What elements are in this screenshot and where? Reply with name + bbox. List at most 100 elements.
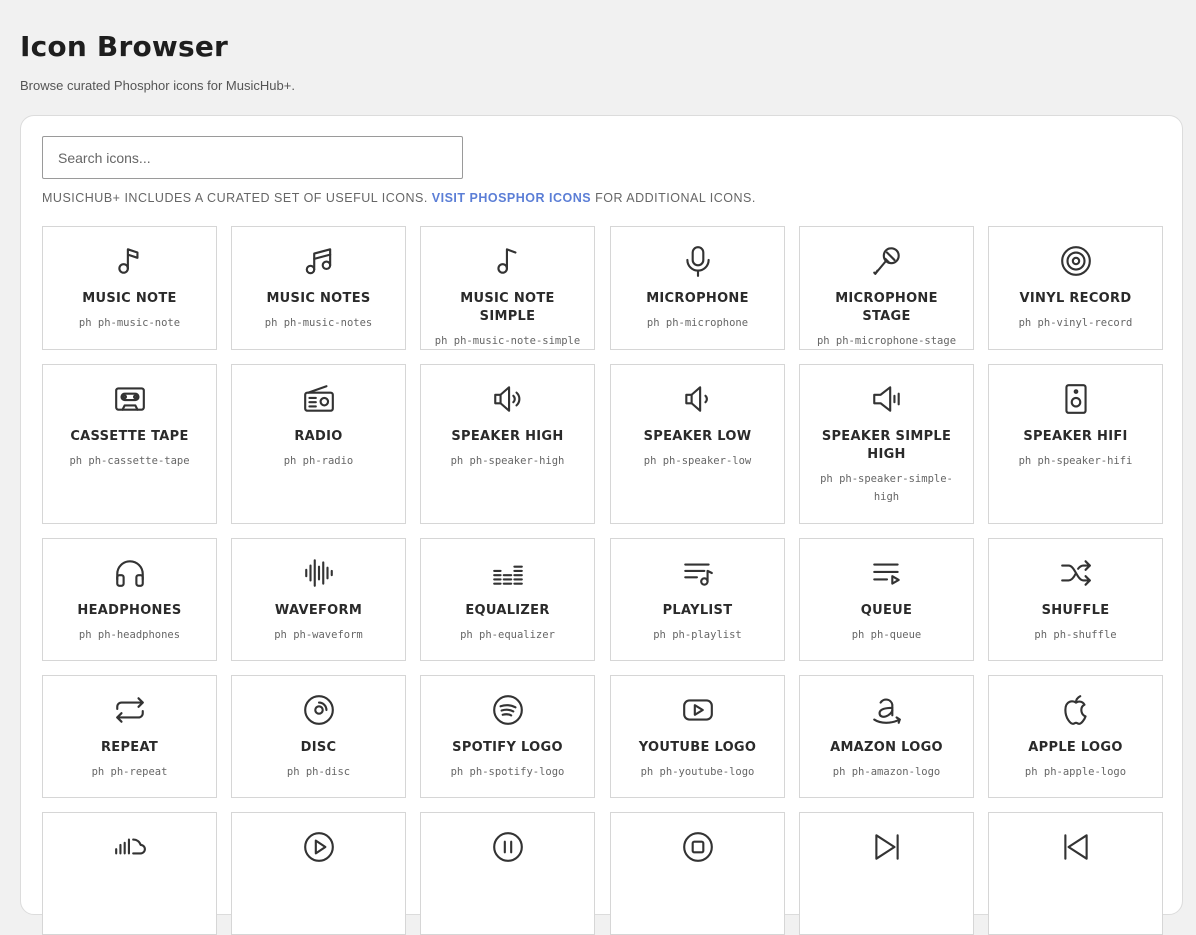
music-note-simple-icon xyxy=(491,244,525,278)
icon-name: Speaker Low xyxy=(643,429,752,444)
play-circle-icon xyxy=(302,830,336,864)
icon-tile[interactable]: Repeat ph ph-repeat xyxy=(42,675,217,798)
cassette-tape-icon xyxy=(113,382,147,416)
icon-tile[interactable]: Waveform ph ph-waveform xyxy=(231,538,406,661)
icon-tile[interactable]: Headphones ph ph-headphones xyxy=(42,538,217,661)
icon-tile[interactable]: Equalizer ph ph-equalizer xyxy=(420,538,595,661)
icon-tile[interactable]: Shuffle ph ph-shuffle xyxy=(988,538,1163,661)
icon-class: ph ph-cassette-tape xyxy=(69,455,190,467)
pause-circle-icon xyxy=(491,830,525,864)
icon-tile[interactable]: Music Note Simple ph ph-music-note-simple xyxy=(420,226,595,350)
phosphor-icons-link[interactable]: Visit Phosphor Icons xyxy=(432,191,591,205)
icon-class: ph ph-music-notes xyxy=(264,317,373,329)
icon-tile[interactable]: Speaker Hifi ph ph-speaker-hifi xyxy=(988,364,1163,524)
page-title: Icon Browser xyxy=(20,30,229,63)
icon-name: Vinyl Record xyxy=(1019,291,1132,306)
speaker-low-icon xyxy=(681,382,715,416)
icon-class: ph ph-disc xyxy=(286,766,351,778)
microphone-icon xyxy=(681,244,715,278)
vinyl-record-icon xyxy=(1059,244,1093,278)
icon-browser-page: Icon Browser Browse curated Phosphor ico… xyxy=(0,0,1196,935)
icon-browser-card: MusicHub+ includes a curated set of usef… xyxy=(20,115,1183,935)
speaker-hifi-icon xyxy=(1059,382,1093,416)
icon-tile[interactable] xyxy=(610,812,785,935)
icon-class: ph ph-queue xyxy=(851,629,922,641)
spotify-logo-icon xyxy=(491,693,525,727)
youtube-logo-icon xyxy=(681,693,715,727)
microphone-stage-icon xyxy=(870,244,904,278)
icon-tile[interactable]: Queue ph ph-queue xyxy=(799,538,974,661)
icon-tile[interactable]: Speaker Low ph ph-speaker-low xyxy=(610,364,785,524)
icon-tile[interactable]: YouTube Logo ph ph-youtube-logo xyxy=(610,675,785,798)
icon-name: Equalizer xyxy=(465,603,550,618)
queue-icon xyxy=(870,556,904,590)
icon-name: Speaker Hifi xyxy=(1023,429,1128,444)
page-subtitle: Browse curated Phosphor icons for MusicH… xyxy=(20,78,295,93)
icon-name: Playlist xyxy=(662,603,733,618)
skip-back-icon xyxy=(1059,830,1093,864)
icon-name: Radio xyxy=(294,429,343,444)
music-notes-icon xyxy=(302,244,336,278)
icon-name: Spotify Logo xyxy=(452,740,563,755)
icon-name: Amazon Logo xyxy=(830,740,943,755)
icon-tile[interactable]: Speaker Simple High ph ph-speaker-simple-… xyxy=(799,364,974,524)
icon-tile[interactable]: Apple Logo ph ph-apple-logo xyxy=(988,675,1163,798)
icon-class: ph ph-playlist xyxy=(653,629,742,641)
disc-icon xyxy=(302,693,336,727)
icon-name: Music Notes xyxy=(266,291,371,306)
icon-tile[interactable]: Disc ph ph-disc xyxy=(231,675,406,798)
music-note-icon xyxy=(113,244,147,278)
icon-tile[interactable]: Spotify Logo ph ph-spotify-logo xyxy=(420,675,595,798)
icon-class: ph ph-apple-logo xyxy=(1024,766,1127,778)
apple-logo-icon xyxy=(1059,693,1093,727)
icon-tile[interactable] xyxy=(420,812,595,935)
icon-class: ph ph-equalizer xyxy=(460,629,555,641)
icon-class: ph ph-shuffle xyxy=(1034,629,1117,641)
icon-name: Music Note xyxy=(82,291,177,306)
icon-name: Microphone xyxy=(646,291,749,306)
icon-class: ph ph-waveform xyxy=(274,629,363,641)
icon-tile[interactable]: Radio ph ph-radio xyxy=(231,364,406,524)
icon-class: ph ph-microphone-stage xyxy=(816,335,957,347)
icon-name: Speaker High xyxy=(451,429,564,444)
icon-tile[interactable]: Cassette Tape ph ph-cassette-tape xyxy=(42,364,217,524)
icon-tile[interactable] xyxy=(42,812,217,935)
speaker-simple-high-icon xyxy=(870,382,904,416)
search-input[interactable] xyxy=(42,136,463,179)
icon-name: Disc xyxy=(300,740,337,755)
icon-name: Apple Logo xyxy=(1028,740,1123,755)
playlist-icon xyxy=(681,556,715,590)
icon-tile[interactable]: Vinyl Record ph ph-vinyl-record xyxy=(988,226,1163,350)
icon-tile[interactable] xyxy=(799,812,974,935)
icon-name: Music Note Simple xyxy=(460,291,555,324)
icon-tile[interactable]: Amazon Logo ph ph-amazon-logo xyxy=(799,675,974,798)
icon-tile[interactable]: Music Note ph ph-music-note xyxy=(42,226,217,350)
icon-class: ph ph-repeat xyxy=(91,766,168,778)
equalizer-icon xyxy=(491,556,525,590)
icon-tile[interactable] xyxy=(988,812,1163,935)
icon-name: Queue xyxy=(860,603,913,618)
icon-class: ph ph-speaker-simple-high xyxy=(820,473,953,503)
notice-text: MusicHub+ includes a curated set of usef… xyxy=(42,191,428,205)
speaker-high-icon xyxy=(491,382,525,416)
icon-class: ph ph-speaker-low xyxy=(643,455,752,467)
icon-name: YouTube Logo xyxy=(638,740,757,755)
skip-forward-icon xyxy=(870,830,904,864)
icon-tile[interactable] xyxy=(231,812,406,935)
icon-tile[interactable]: Music Notes ph ph-music-notes xyxy=(231,226,406,350)
icon-tile[interactable]: Playlist ph ph-playlist xyxy=(610,538,785,661)
amazon-logo-icon xyxy=(870,693,904,727)
icon-class: ph ph-radio xyxy=(283,455,354,467)
icon-class: ph ph-music-note-simple xyxy=(434,335,581,347)
icon-name: Repeat xyxy=(100,740,159,755)
icon-tile[interactable]: Microphone ph ph-microphone xyxy=(610,226,785,350)
icon-class: ph ph-speaker-hifi xyxy=(1018,455,1133,467)
shuffle-icon xyxy=(1059,556,1093,590)
icon-tile[interactable]: Microphone Stage ph ph-microphone-stage xyxy=(799,226,974,350)
icon-name: Speaker Simple High xyxy=(821,429,952,462)
icon-class: ph ph-headphones xyxy=(78,629,181,641)
icon-name: Cassette Tape xyxy=(70,429,189,444)
curated-notice: MusicHub+ includes a curated set of usef… xyxy=(42,191,756,205)
icon-name: Waveform xyxy=(274,603,363,618)
icon-tile[interactable]: Speaker High ph ph-speaker-high xyxy=(420,364,595,524)
